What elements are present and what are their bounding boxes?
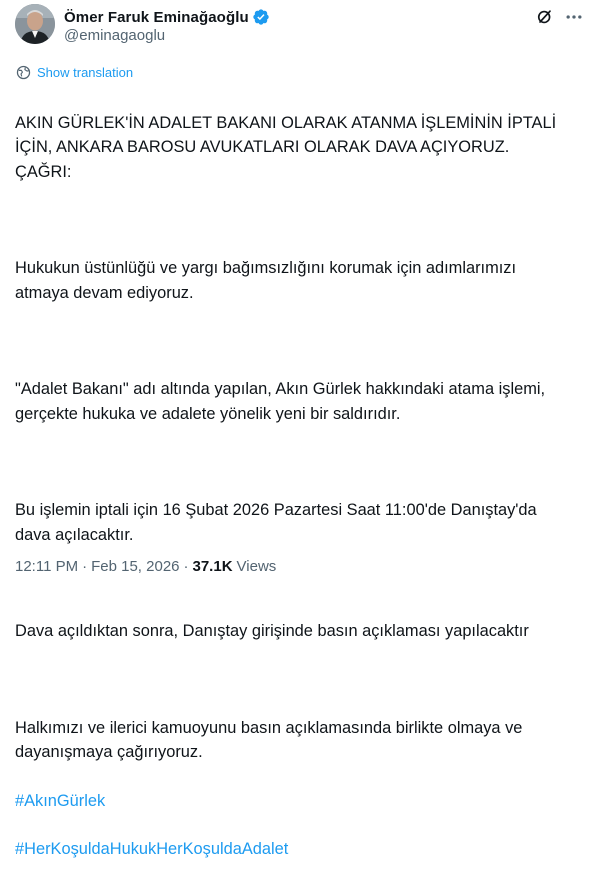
avatar[interactable] xyxy=(15,4,55,44)
hashtag-link[interactable]: #AkınGürlek xyxy=(15,789,580,813)
grok-icon xyxy=(537,10,551,24)
tweet-time[interactable]: 12:11 PM xyxy=(15,558,78,575)
paragraph-press-statement: Dava açıldıktan sonra, Danıştay girişind… xyxy=(15,622,529,641)
views-label: Views xyxy=(236,558,277,575)
tweet-date[interactable]: Feb 15, 2026 xyxy=(91,558,179,575)
paragraph-call-title: AKIN GÜRLEK'İN ADALET BAKANI OLARAK ATAN… xyxy=(15,114,557,181)
more-dots-icon xyxy=(566,15,582,19)
author-handle[interactable]: @eminagaoglu xyxy=(64,27,165,44)
show-translation-label: Show translation xyxy=(37,65,134,80)
paragraph-lawsuit-date: Bu işlemin iptali için 16 Şubat 2026 Paz… xyxy=(15,501,537,544)
verified-badge-icon[interactable] xyxy=(252,8,270,26)
hashtag-link[interactable]: #HerKoşuldaHukukHerKoşuldaAdalet xyxy=(15,837,580,861)
author-display-name[interactable]: Ömer Faruk Eminağaoğlu xyxy=(64,9,249,26)
grok-button[interactable] xyxy=(532,4,558,30)
more-options-button[interactable] xyxy=(561,4,587,30)
tweet-metadata: 12:11 PM · Feb 15, 2026 · 37.1K Views xyxy=(15,558,276,575)
tweet-text: AKIN GÜRLEK'İN ADALET BAKANI OLARAK ATAN… xyxy=(15,87,580,886)
show-translation-link[interactable]: Show translation xyxy=(15,64,133,81)
globe-icon xyxy=(16,65,31,80)
meta-separator: · xyxy=(183,558,189,575)
author-name-row: Ömer Faruk Eminağaoğlu xyxy=(64,7,270,27)
paragraph-rule-of-law: Hukukun üstünlüğü ve yargı bağımsızlığın… xyxy=(15,259,517,302)
paragraph-appointment: "Adalet Bakanı" adı altında yapılan, Akı… xyxy=(15,380,546,423)
tweet-article: Ömer Faruk Eminağaoğlu @eminagaoglu Show… xyxy=(0,0,597,858)
views-count: 37.1K xyxy=(192,558,233,575)
paragraph-solidarity-call: Halkımızı ve ilerici kamuoyunu basın açı… xyxy=(15,719,523,762)
meta-separator: · xyxy=(82,558,88,575)
